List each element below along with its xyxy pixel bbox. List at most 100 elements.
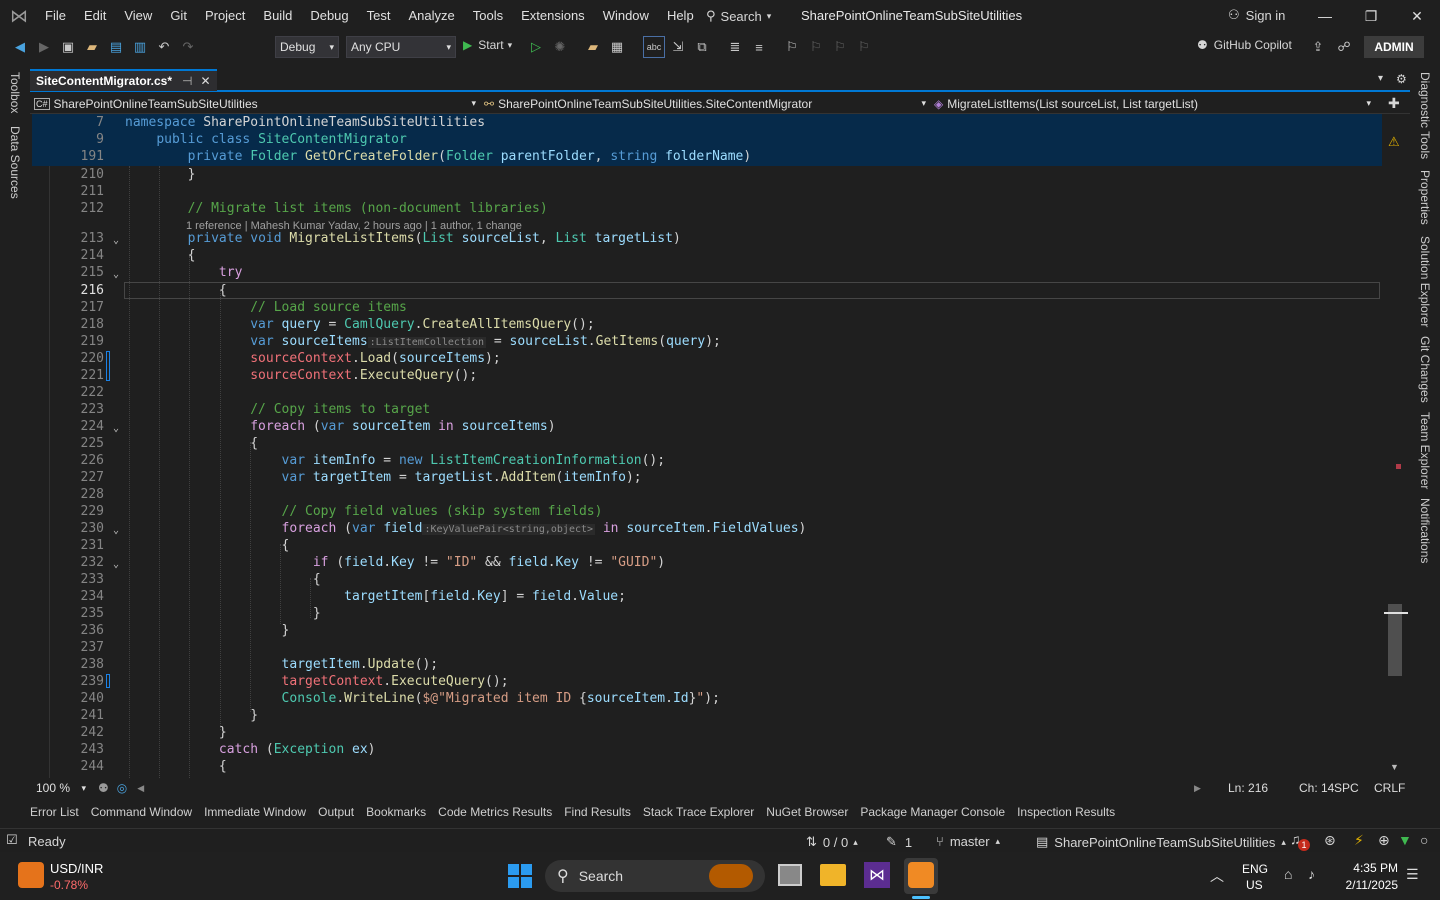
scroll-down-icon[interactable]: ▼ <box>1390 762 1399 772</box>
open-icon[interactable]: ▰ <box>81 36 103 58</box>
branch-selector[interactable]: ⑂ master ▴ <box>936 834 1000 849</box>
tab-sitecontentmigrator[interactable]: SiteContentMigrator.cs* ⊣ ✕ <box>30 69 217 91</box>
network-icon[interactable]: ⌂ <box>1284 866 1292 882</box>
errors-indicator[interactable]: ⇅ 0 / 0 ▴ <box>806 834 858 850</box>
layout-icon[interactable]: ▦ <box>606 36 628 58</box>
repo-selector[interactable]: ▤ SharePointOnlineTeamSubSiteUtilities ▴ <box>1036 834 1286 850</box>
feedback-icon[interactable]: ☍ <box>1333 36 1355 58</box>
line-indicator[interactable]: Ln: 216 <box>1228 781 1268 795</box>
share-icon[interactable]: ⇪ <box>1307 36 1329 58</box>
scroll-left-icon[interactable]: ◀ <box>137 783 144 794</box>
menu-extensions[interactable]: Extensions <box>521 8 585 23</box>
fold-chevron-icon[interactable]: ⌄ <box>113 232 119 249</box>
sign-in-button[interactable]: ⚇ Sign in <box>1228 7 1285 23</box>
save-icon[interactable]: ▤ <box>105 36 127 58</box>
member-dropdown[interactable]: ◈ MigrateListItems(List sourceList, List… <box>930 94 1375 114</box>
start-without-debug-icon[interactable]: ▷ <box>525 36 547 58</box>
menu-help[interactable]: Help <box>667 8 694 23</box>
tab-output[interactable]: Output <box>318 805 354 819</box>
split-icon[interactable]: ✚ <box>1388 95 1400 112</box>
menu-analyze[interactable]: Analyze <box>408 8 454 23</box>
folder-icon[interactable]: ▰ <box>582 36 604 58</box>
configuration-select[interactable]: Debug ▾ <box>275 36 339 58</box>
menu-debug[interactable]: Debug <box>310 8 348 23</box>
bookmark-clear-icon[interactable]: ⚐ <box>853 36 875 58</box>
tab-find-results[interactable]: Find Results <box>564 805 631 819</box>
tab-error-list[interactable]: Error List <box>30 805 79 819</box>
ticker-name[interactable]: USD/INR <box>50 861 103 876</box>
tab-stack-trace-explorer[interactable]: Stack Trace Explorer <box>643 805 754 819</box>
taskbar-search[interactable]: ⚲ Search <box>545 860 765 892</box>
solution-explorer-tab[interactable]: Solution Explorer <box>1418 236 1432 327</box>
menu-build[interactable]: Build <box>263 8 292 23</box>
app-icon[interactable] <box>908 862 934 888</box>
new-project-icon[interactable]: ▣ <box>57 36 79 58</box>
git-changes-tab[interactable]: Git Changes <box>1418 336 1432 403</box>
close-icon[interactable]: ✕ <box>1394 0 1440 32</box>
download-icon[interactable]: ⊕ <box>1378 832 1390 849</box>
zoom-select[interactable]: 100 % ▾ <box>32 780 90 796</box>
volume-icon[interactable]: ♪ <box>1308 866 1315 882</box>
code-editor[interactable]: 210 211 212 213 214 215 216 217 218 219 220 221 222 2… <box>32 166 1382 778</box>
copilot-check-icon[interactable]: ▼ <box>1398 832 1412 848</box>
project-dropdown[interactable]: C# SharePointOnlineTeamSubSiteUtilities … <box>30 94 480 114</box>
bookmark-next-icon[interactable]: ⚐ <box>829 36 851 58</box>
back-icon[interactable]: ◀ <box>9 36 31 58</box>
team-explorer-tab[interactable]: Team Explorer <box>1418 412 1432 489</box>
tab-overflow-icon[interactable]: ▾ <box>1378 73 1383 84</box>
health-icon[interactable]: ◎ <box>117 781 127 795</box>
bookmark-prev-icon[interactable]: ⚐ <box>805 36 827 58</box>
hot-reload-icon[interactable]: ✺ <box>549 36 571 58</box>
tab-inspection-results[interactable]: Inspection Results <box>1017 805 1115 819</box>
menu-edit[interactable]: Edit <box>84 8 106 23</box>
menu-view[interactable]: View <box>124 8 152 23</box>
outdent-icon[interactable]: ≡ <box>748 36 770 58</box>
tab-code-metrics[interactable]: Code Metrics Results <box>438 805 552 819</box>
properties-tab[interactable]: Properties <box>1418 170 1432 225</box>
bookmark-icon[interactable]: ⚐ <box>781 36 803 58</box>
menu-tools[interactable]: Tools <box>473 8 503 23</box>
scroll-right-icon[interactable]: ▶ <box>1194 783 1201 794</box>
file-explorer-icon[interactable] <box>820 864 846 886</box>
step-icon[interactable]: ⇲ <box>667 36 689 58</box>
settings-gear-icon[interactable]: ⚙ <box>1396 72 1407 86</box>
diagnostic-tools-tab[interactable]: Diagnostic Tools <box>1418 72 1432 159</box>
data-sources-tab[interactable]: Data Sources <box>8 126 22 199</box>
windows-start-icon[interactable] <box>508 864 532 888</box>
menu-file[interactable]: File <box>45 8 66 23</box>
forward-icon[interactable]: ▶ <box>33 36 55 58</box>
tab-command-window[interactable]: Command Window <box>91 805 192 819</box>
notifications-tab[interactable]: Notifications <box>1418 498 1432 563</box>
undo-icon[interactable]: ↶ <box>153 36 175 58</box>
menu-window[interactable]: Window <box>603 8 649 23</box>
save-all-icon[interactable]: ▥ <box>129 36 151 58</box>
fold-chevron-icon[interactable]: ⌄ <box>113 420 119 437</box>
tab-nuget-browser[interactable]: NuGet Browser <box>766 805 848 819</box>
fold-chevron-icon[interactable]: ⌄ <box>113 266 119 283</box>
toolbox-tab[interactable]: Toolbox <box>8 72 22 113</box>
line-ending-indicator[interactable]: CRLF <box>1374 781 1405 795</box>
spell-check-icon[interactable]: abc <box>643 36 665 58</box>
weather-widget-icon[interactable] <box>18 862 44 888</box>
pin-icon[interactable]: ⊣ <box>182 74 192 88</box>
task-view-icon[interactable] <box>778 864 802 886</box>
notification-center-icon[interactable]: ☰ <box>1406 866 1419 883</box>
menu-project[interactable]: Project <box>205 8 245 23</box>
fold-chevron-icon[interactable]: ⌄ <box>113 522 119 539</box>
redo-icon[interactable]: ↷ <box>177 36 199 58</box>
hot-reload-status-icon[interactable]: ⚡ <box>1354 832 1364 849</box>
tab-bookmarks[interactable]: Bookmarks <box>366 805 426 819</box>
clock-time[interactable]: 4:35 PM <box>1352 861 1398 875</box>
chevron-up-icon[interactable]: ︿ <box>1210 866 1224 886</box>
tab-immediate-window[interactable]: Immediate Window <box>204 805 306 819</box>
menu-git[interactable]: Git <box>170 8 187 23</box>
platform-select[interactable]: Any CPU ▾ <box>346 36 456 58</box>
scrollbar-thumb[interactable] <box>1388 604 1402 676</box>
fold-chevron-icon[interactable]: ⌄ <box>113 556 119 573</box>
sticky-scroll-header[interactable]: 7 9 191 namespace SharePointOnlineTeamSu… <box>32 114 1382 166</box>
visual-studio-icon[interactable]: ⋈ <box>864 862 890 888</box>
github-copilot-button[interactable]: ⚉ GitHub Copilot <box>1197 38 1292 52</box>
search-button[interactable]: ⚲ Search ▾ <box>706 8 771 24</box>
restore-icon[interactable]: ❐ <box>1348 0 1394 32</box>
copilot-status-icon[interactable]: ⚉ <box>98 781 109 795</box>
